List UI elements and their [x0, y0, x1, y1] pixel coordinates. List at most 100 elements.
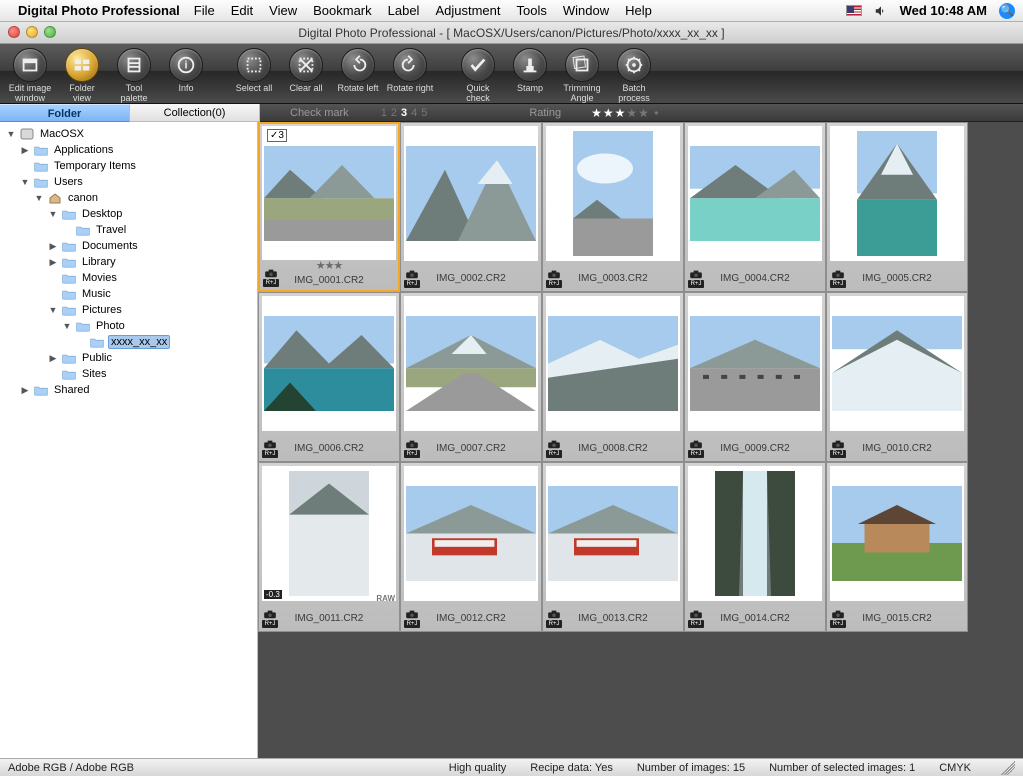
window-close-button[interactable] — [8, 26, 20, 38]
thumbnail-image — [688, 466, 822, 601]
menu-file[interactable]: File — [194, 3, 215, 18]
window-minimize-button[interactable] — [26, 26, 38, 38]
tree-item-users[interactable]: ▼Users — [2, 174, 255, 190]
thumbnail-img_0013-cr2[interactable]: IMG_0013.CR2 R+J — [542, 462, 684, 632]
menu-label[interactable]: Label — [388, 3, 420, 18]
thumbnail-meta: IMG_0006.CR2 — [259, 431, 399, 461]
toolbar-rotate-right[interactable]: Rotate right — [386, 48, 434, 94]
toolbar-stamp[interactable]: Stamp — [506, 48, 554, 94]
thumbnail-img_0012-cr2[interactable]: IMG_0012.CR2R+J — [400, 462, 542, 632]
thumbnail-image — [404, 466, 538, 601]
thumbnail-img_0005-cr2[interactable]: IMG_0005.CR2R+J — [826, 122, 968, 292]
tree-item-temporary-items[interactable]: Temporary Items — [2, 158, 255, 174]
thumbnail-img_0004-cr2[interactable]: IMG_0004.CR2R+J — [684, 122, 826, 292]
checkmark-values[interactable]: 12345 — [379, 107, 430, 119]
menu-tools[interactable]: Tools — [517, 3, 547, 18]
toolbar-batch-process[interactable]: Batchprocess — [610, 48, 658, 104]
thumbnail-img_0003-cr2[interactable]: IMG_0003.CR2R+J — [542, 122, 684, 292]
stamp-icon — [513, 48, 547, 82]
tree-item-library[interactable]: ▶Library — [2, 254, 255, 270]
thumbnail-img_0001-cr2[interactable]: ✓3★★★IMG_0001.CR2R+J — [258, 122, 400, 292]
spotlight-icon[interactable]: 🔍 — [999, 3, 1015, 19]
thumbnail-filename: IMG_0007.CR2 — [436, 443, 505, 454]
thumbnail-img_0006-cr2[interactable]: IMG_0006.CR2R+J — [258, 292, 400, 462]
toolbar-info[interactable]: iInfo — [162, 48, 210, 94]
resize-grip[interactable] — [1001, 761, 1015, 775]
folder-icon — [61, 271, 77, 285]
select-all-icon — [237, 48, 271, 82]
toolbar-trimming-angle[interactable]: TrimmingAngle — [558, 48, 606, 104]
tree-item-public[interactable]: ▶Public — [2, 350, 255, 366]
disclosure-triangle[interactable]: ▶ — [48, 353, 58, 364]
toolbar-edit-image-window[interactable]: Edit imagewindow — [6, 48, 54, 104]
tree-item-xxxx-xx-xx[interactable]: xxxx_xx_xx — [2, 334, 255, 350]
input-menu-flag[interactable] — [846, 5, 862, 16]
menu-window[interactable]: Window — [563, 3, 609, 18]
menubar-clock[interactable]: Wed 10:48 AM — [900, 3, 987, 18]
tree-item-pictures[interactable]: ▼Pictures — [2, 302, 255, 318]
disclosure-triangle[interactable]: ▼ — [6, 129, 16, 139]
thumbnail-img_0008-cr2[interactable]: IMG_0008.CR2R+J — [542, 292, 684, 462]
toolbar-folder-view[interactable]: Folderview — [58, 48, 106, 104]
raw-jpeg-badge: R+J — [546, 440, 562, 458]
menubar-app-name[interactable]: Digital Photo Professional — [18, 3, 180, 18]
thumbnail-img_0002-cr2[interactable]: IMG_0002.CR2R+J — [400, 122, 542, 292]
disclosure-triangle[interactable]: ▶ — [20, 385, 30, 396]
disclosure-triangle[interactable]: ▶ — [48, 257, 58, 268]
menu-edit[interactable]: Edit — [231, 3, 253, 18]
thumbnail-filename: IMG_0013.CR2 — [578, 613, 647, 624]
disclosure-triangle[interactable]: ▼ — [34, 193, 44, 203]
folder-icon — [75, 319, 91, 333]
rating-stars[interactable]: ★★★★★ • — [591, 106, 659, 120]
menu-bookmark[interactable]: Bookmark — [313, 3, 372, 18]
tree-item-sites[interactable]: Sites — [2, 366, 255, 382]
tree-item-photo[interactable]: ▼Photo — [2, 318, 255, 334]
thumbnail-img_0010-cr2[interactable]: IMG_0010.CR2R+J — [826, 292, 968, 462]
thumbnail-img_0014-cr2[interactable]: IMG_0014.CR2R+J — [684, 462, 826, 632]
tree-item-travel[interactable]: Travel — [2, 222, 255, 238]
tree-item-shared[interactable]: ▶Shared — [2, 382, 255, 398]
toolbar-quick-check[interactable]: Quickcheck — [454, 48, 502, 104]
tree-item-macosx[interactable]: ▼MacOSX — [2, 126, 255, 142]
raw-jpeg-badge: R+J — [546, 610, 562, 628]
menu-adjustment[interactable]: Adjustment — [435, 3, 500, 18]
toolbar-label: TrimmingAngle — [563, 84, 600, 104]
tab-folder[interactable]: Folder — [0, 104, 130, 122]
disclosure-triangle[interactable]: ▼ — [48, 209, 58, 219]
disclosure-triangle[interactable]: ▶ — [48, 241, 58, 252]
raw-jpeg-badge: R+J — [404, 610, 420, 628]
tree-item-music[interactable]: Music — [2, 286, 255, 302]
thumbnail-filename: IMG_0006.CR2 — [294, 443, 363, 454]
volume-icon[interactable] — [874, 4, 888, 18]
thumbnail-img_0015-cr2[interactable]: IMG_0015.CR2R+J — [826, 462, 968, 632]
toolbar-clear-all[interactable]: Clear all — [282, 48, 330, 94]
menu-help[interactable]: Help — [625, 3, 652, 18]
thumbnail-img_0009-cr2[interactable]: IMG_0009.CR2R+J — [684, 292, 826, 462]
tab-collection[interactable]: Collection(0) — [130, 104, 260, 122]
menu-view[interactable]: View — [269, 3, 297, 18]
thumbnail-img_0007-cr2[interactable]: IMG_0007.CR2R+J — [400, 292, 542, 462]
thumbnail-grid-area[interactable]: ✓3★★★IMG_0001.CR2R+JIMG_0002.CR2R+JIMG_0… — [258, 122, 1023, 758]
home-icon — [47, 191, 63, 205]
tree-item-canon[interactable]: ▼canon — [2, 190, 255, 206]
disclosure-triangle[interactable]: ▼ — [62, 321, 72, 331]
thumbnail-filename: IMG_0010.CR2 — [862, 443, 931, 454]
status-count: Number of images: 15 — [637, 762, 745, 774]
disclosure-triangle[interactable]: ▼ — [20, 177, 30, 187]
thumbnail-img_0011-cr2[interactable]: -0.3RAWIMG_0011.CR2R+J — [258, 462, 400, 632]
toolbar-label: Folderview — [69, 84, 95, 104]
disclosure-triangle[interactable]: ▼ — [48, 305, 58, 315]
tree-item-documents[interactable]: ▶Documents — [2, 238, 255, 254]
toolbar-rotate-left[interactable]: Rotate left — [334, 48, 382, 94]
disclosure-triangle[interactable]: ▶ — [20, 145, 30, 156]
folder-icon — [75, 223, 91, 237]
thumbnail-image — [404, 126, 538, 261]
tree-item-applications[interactable]: ▶Applications — [2, 142, 255, 158]
tree-item-desktop[interactable]: ▼Desktop — [2, 206, 255, 222]
toolbar-select-all[interactable]: Select all — [230, 48, 278, 94]
toolbar-label: Info — [178, 84, 193, 94]
thumbnail-meta: IMG_0008.CR2 — [543, 431, 683, 461]
tree-item-movies[interactable]: Movies — [2, 270, 255, 286]
window-zoom-button[interactable] — [44, 26, 56, 38]
toolbar-tool-palette[interactable]: Toolpalette — [110, 48, 158, 104]
